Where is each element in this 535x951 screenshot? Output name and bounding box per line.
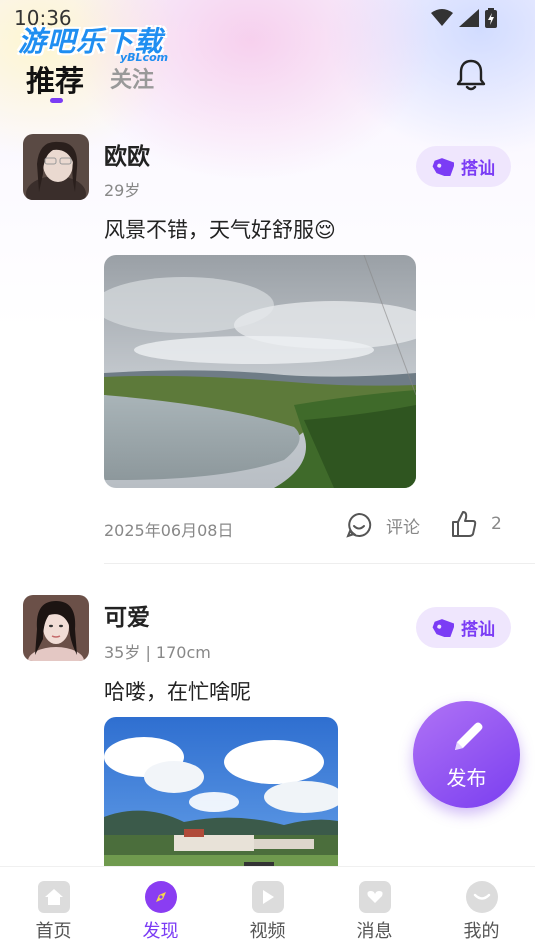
tag-icon <box>432 157 454 176</box>
notification-bell-icon[interactable] <box>455 58 487 92</box>
watermark-logo-sub: yBLcom <box>120 51 169 64</box>
nav-item-discover[interactable]: 发现 <box>107 867 214 951</box>
like-button[interactable]: 2 <box>451 510 502 538</box>
post-photo[interactable] <box>104 255 416 488</box>
user-meta: 35岁 | 170cm <box>104 643 211 662</box>
battery-icon <box>485 8 497 28</box>
nav-item-messages[interactable]: 消息 <box>321 867 428 951</box>
nav-label: 发现 <box>142 921 179 942</box>
post-text: 风景不错，天气好舒服😌 <box>104 218 336 242</box>
nav-item-video[interactable]: 视频 <box>214 867 321 951</box>
status-icons <box>431 8 497 28</box>
flirt-button-label: 搭讪 <box>461 620 495 640</box>
flirt-button[interactable]: 搭讪 <box>416 607 511 648</box>
compass-icon <box>144 881 177 913</box>
nav-label: 我的 <box>463 921 500 942</box>
user-meta: 29岁 <box>104 181 141 200</box>
post-date: 2025年06月08日 <box>104 521 234 540</box>
nav-item-home[interactable]: 首页 <box>0 867 107 951</box>
tag-icon <box>432 618 454 637</box>
video-play-icon <box>251 881 284 913</box>
publish-button[interactable]: 发布 <box>413 701 520 808</box>
post-photo[interactable] <box>104 717 338 887</box>
tab-recommended[interactable]: 推荐 <box>26 58 84 100</box>
comment-icon <box>346 512 372 538</box>
flirt-button[interactable]: 搭讪 <box>416 146 511 187</box>
thumbs-up-icon <box>452 511 477 537</box>
user-name[interactable]: 欧欧 <box>104 137 150 171</box>
post-card[interactable]: 欧欧 29岁 搭讪 风景不错，天气好舒服😌 2025年06月08日 评论 2 <box>0 120 535 565</box>
post-divider <box>104 563 535 564</box>
post-text: 哈喽，在忙啥呢 <box>104 680 251 704</box>
like-count: 2 <box>491 514 502 534</box>
signal-icon <box>459 9 479 27</box>
message-icon <box>358 881 391 913</box>
home-icon <box>37 881 70 913</box>
nav-item-profile[interactable]: 我的 <box>428 867 535 951</box>
profile-icon <box>465 881 498 913</box>
wifi-icon <box>431 9 453 26</box>
flirt-button-label: 搭讪 <box>461 159 495 179</box>
comment-button[interactable]: 评论 <box>346 512 420 538</box>
tab-following[interactable]: 关注 <box>110 62 154 94</box>
bottom-nav: 首页 发现 视频 消息 我的 <box>0 866 535 951</box>
active-tab-indicator <box>50 98 63 103</box>
nav-label: 首页 <box>35 921 72 942</box>
comment-label: 评论 <box>386 517 420 538</box>
nav-label: 消息 <box>356 921 393 942</box>
user-name[interactable]: 可爱 <box>104 598 150 632</box>
avatar[interactable] <box>23 134 89 200</box>
nav-label: 视频 <box>249 921 286 942</box>
avatar[interactable] <box>23 595 89 661</box>
publish-button-label: 发布 <box>446 766 487 790</box>
pen-icon <box>454 722 482 750</box>
